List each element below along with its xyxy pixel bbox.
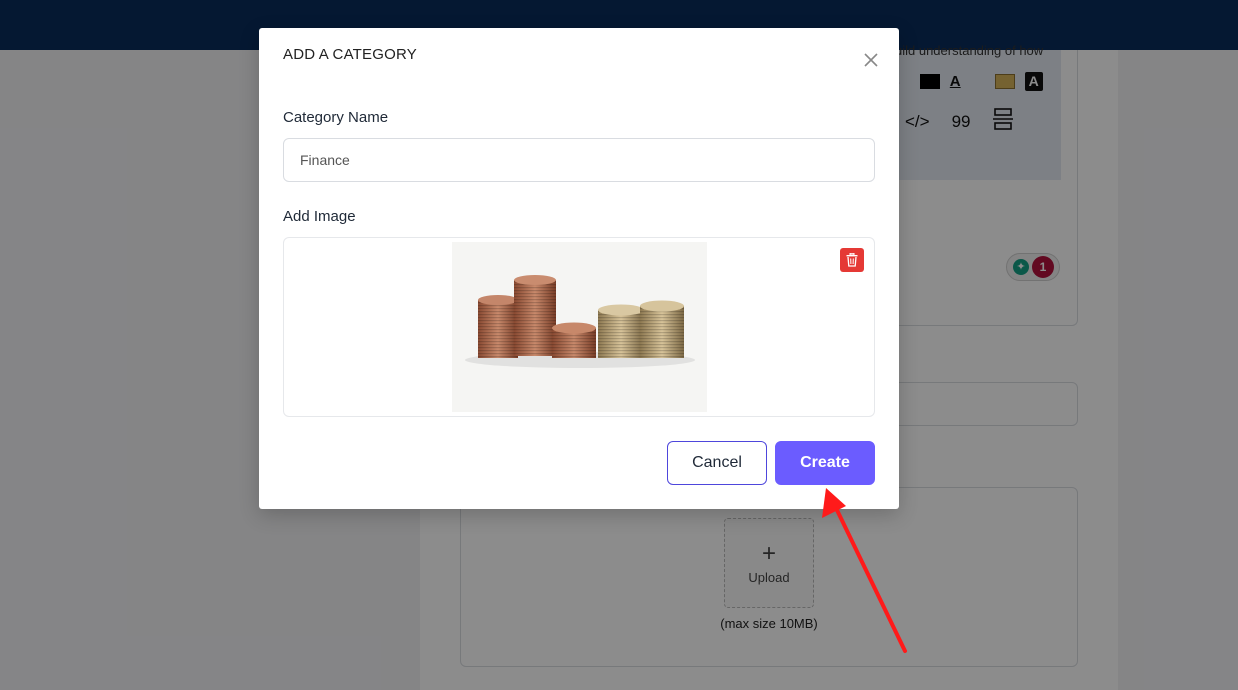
cancel-button[interactable]: Cancel	[667, 441, 767, 485]
trash-icon	[846, 253, 858, 267]
create-button[interactable]: Create	[775, 441, 875, 485]
delete-image-button[interactable]	[840, 248, 864, 272]
close-icon[interactable]	[859, 48, 883, 72]
add-category-modal: ADD A CATEGORY Category Name Add Image	[259, 28, 899, 509]
image-preview-coins	[452, 242, 707, 412]
category-name-input[interactable]	[283, 138, 875, 182]
add-image-label: Add Image	[283, 208, 356, 225]
modal-title: ADD A CATEGORY	[283, 46, 417, 63]
image-preview-container	[283, 237, 875, 417]
category-name-label: Category Name	[283, 109, 389, 126]
